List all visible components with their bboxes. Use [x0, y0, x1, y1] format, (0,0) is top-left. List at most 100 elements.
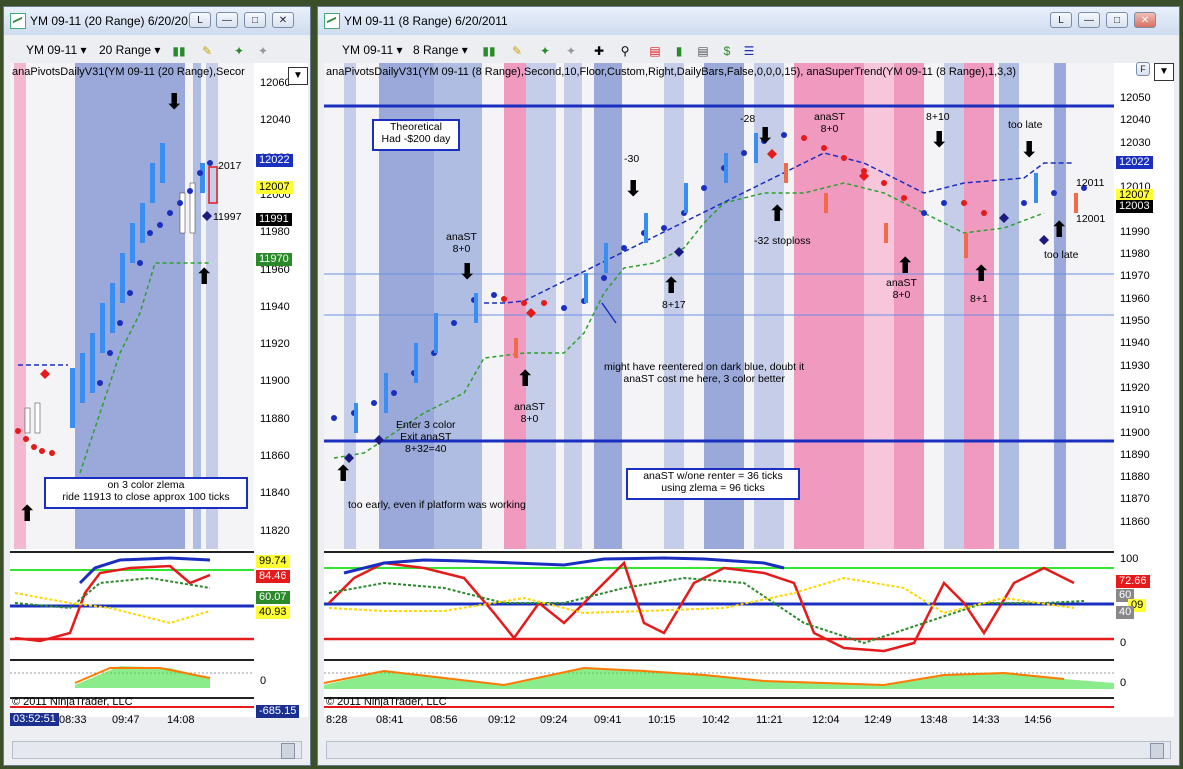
bottom-value: -685.15: [256, 705, 300, 718]
price-tick: 11990: [1120, 225, 1150, 238]
signal-arrow: ⬆: [334, 461, 353, 486]
osc-tick-0: 0: [260, 675, 267, 687]
time-label: 11:21: [756, 714, 783, 726]
pin-icon-2[interactable]: ✦: [562, 43, 580, 59]
right-chart-menu[interactable]: ▼: [1154, 63, 1174, 81]
crosshair-icon[interactable]: ✚: [590, 43, 608, 59]
price-tick: 11920: [260, 338, 290, 351]
note-enter: Enter 3 color Exit anaST 8+32=40: [396, 419, 456, 455]
time-label: 10:15: [648, 714, 676, 726]
osc-tag-c: 60.07: [256, 591, 290, 604]
minimize-button[interactable]: —: [216, 12, 238, 28]
price-tick: 12030: [1120, 136, 1151, 149]
osc-tag-d: 40.93: [256, 606, 290, 619]
bars-icon[interactable]: ▮▮: [480, 43, 498, 59]
price-tick: 11950: [1120, 315, 1150, 327]
note-stoploss: -32 stoploss: [754, 235, 811, 247]
pencil-icon[interactable]: ✎: [508, 43, 526, 59]
time-label: 09:12: [488, 714, 516, 726]
note-minus-28: -28: [740, 113, 756, 125]
link-button[interactable]: L: [189, 12, 211, 28]
signal-arrow: ⬆: [662, 273, 681, 298]
data-box-icon[interactable]: ▤: [694, 43, 712, 59]
instrument-selector[interactable]: YM 09-11 ▾: [26, 41, 87, 59]
chart-style-icon[interactable]: ▮: [670, 43, 688, 59]
fixed-scale-button[interactable]: F: [1136, 62, 1150, 76]
time-label: 8:28: [326, 714, 348, 726]
period-selector[interactable]: 8 Range ▾: [413, 41, 468, 59]
note-too-late-1: too late: [1008, 119, 1043, 131]
maximize-button[interactable]: □: [1106, 12, 1128, 28]
price-tag-12022: 12022: [256, 154, 293, 167]
note-anast-1: anaST 8+0: [446, 231, 477, 255]
link-button[interactable]: L: [1050, 12, 1072, 28]
note-minus-30: -30: [624, 153, 640, 165]
right-scrollbar[interactable]: [326, 741, 1171, 759]
chart-label-11997: 11997: [213, 211, 242, 223]
pin-icon[interactable]: ✦: [230, 43, 248, 59]
left-x-label-2: 14:08: [167, 714, 195, 726]
note-8-1: 8+1: [970, 293, 988, 305]
pin-icon-2[interactable]: ✦: [254, 43, 272, 59]
time-label: 09:24: [540, 714, 568, 726]
properties-icon[interactable]: ▤: [646, 43, 664, 59]
price-tick: 11880: [1120, 471, 1150, 484]
left-chart-menu[interactable]: ▼: [288, 67, 308, 85]
note-anast-renter: anaST w/one renter = 36 ticks using zlem…: [626, 468, 800, 500]
price-tick: 11900: [260, 375, 290, 388]
left-copyright: © 2011 NinjaTrader, LLC: [12, 696, 133, 708]
osc-tick-0: 0: [1120, 637, 1127, 649]
price-tag-12022: 12022: [1116, 156, 1153, 169]
pencil-icon[interactable]: ✎: [198, 43, 216, 59]
price-tag-11970: 11970: [256, 253, 292, 266]
price-tick: 11900: [1120, 426, 1150, 439]
time-label: 12:49: [864, 714, 892, 726]
price-tick: 11890: [1120, 448, 1150, 461]
price-tick: 11880: [260, 412, 290, 425]
close-button[interactable]: ✕: [272, 12, 294, 28]
zoom-icon[interactable]: ⚲: [616, 43, 634, 59]
note-anast-2: anaST 8+0: [514, 401, 545, 425]
scroll-thumb[interactable]: [281, 743, 295, 759]
price-tick: 11980: [260, 226, 290, 239]
time-label: 08:41: [376, 714, 404, 726]
right-copyright: © 2011 NinjaTrader, LLC: [326, 696, 447, 708]
scroll-thumb[interactable]: [1150, 743, 1164, 759]
instrument-selector[interactable]: YM 09-11 ▾: [342, 41, 403, 59]
clock-display: 03:52:51: [10, 713, 59, 726]
list-icon[interactable]: ☰: [740, 43, 758, 59]
price-tag-12007: 12007: [256, 181, 293, 194]
left-titlebar[interactable]: YM 09-11 (20 Range) 6/20/20 L — □ ✕: [4, 7, 310, 35]
bars-icon[interactable]: ▮▮: [170, 43, 188, 59]
pin-icon[interactable]: ✦: [536, 43, 554, 59]
left-chart-area[interactable]: anaPivotsDailyV31(YM 09-11 (20 Range),Se…: [10, 63, 254, 717]
left-scrollbar[interactable]: [12, 741, 302, 759]
price-tick: 11910: [1120, 404, 1150, 417]
note-anast-4: anaST 8+0: [886, 277, 917, 301]
right-titlebar[interactable]: YM 09-11 (8 Range) 6/20/2011 L — □ ✕: [318, 7, 1179, 35]
price-tick: 11920: [1120, 381, 1150, 394]
exit-arrow: ⬆: [195, 264, 214, 289]
maximize-button[interactable]: □: [244, 12, 266, 28]
note-too-early: too early, even if platform was working: [348, 499, 526, 511]
left-price-axis: 1206012040120201200011980119601194011920…: [254, 63, 308, 718]
note-8-10: 8+10: [926, 111, 950, 123]
period-selector[interactable]: 20 Range ▾: [99, 41, 160, 59]
left-chart-window: YM 09-11 (20 Range) 6/20/20 L — □ ✕ YM 0…: [3, 6, 311, 766]
entry-arrow: ⬇: [165, 89, 184, 114]
close-button[interactable]: ✕: [1134, 12, 1156, 28]
minimize-button[interactable]: —: [1078, 12, 1100, 28]
signal-arrow: ⬆: [516, 366, 535, 391]
dollar-icon[interactable]: $: [718, 43, 736, 59]
signal-arrow: ⬆: [768, 201, 787, 226]
price-tick: 11840: [260, 487, 290, 500]
price-tick: 11870: [1120, 493, 1150, 506]
osc-tag-a: 99.74: [256, 555, 290, 568]
time-label: 08:56: [430, 714, 458, 726]
right-window-title: YM 09-11 (8 Range) 6/20/2011: [344, 14, 508, 28]
time-label: 13:48: [920, 714, 948, 726]
signal-arrow: ⬆: [1050, 217, 1069, 242]
right-indicator-header: anaPivotsDailyV31(YM 09-11 (8 Range),Sec…: [326, 66, 1017, 78]
price-tick: 11860: [1120, 515, 1150, 528]
right-chart-area[interactable]: anaPivotsDailyV31(YM 09-11 (8 Range),Sec…: [324, 63, 1114, 717]
